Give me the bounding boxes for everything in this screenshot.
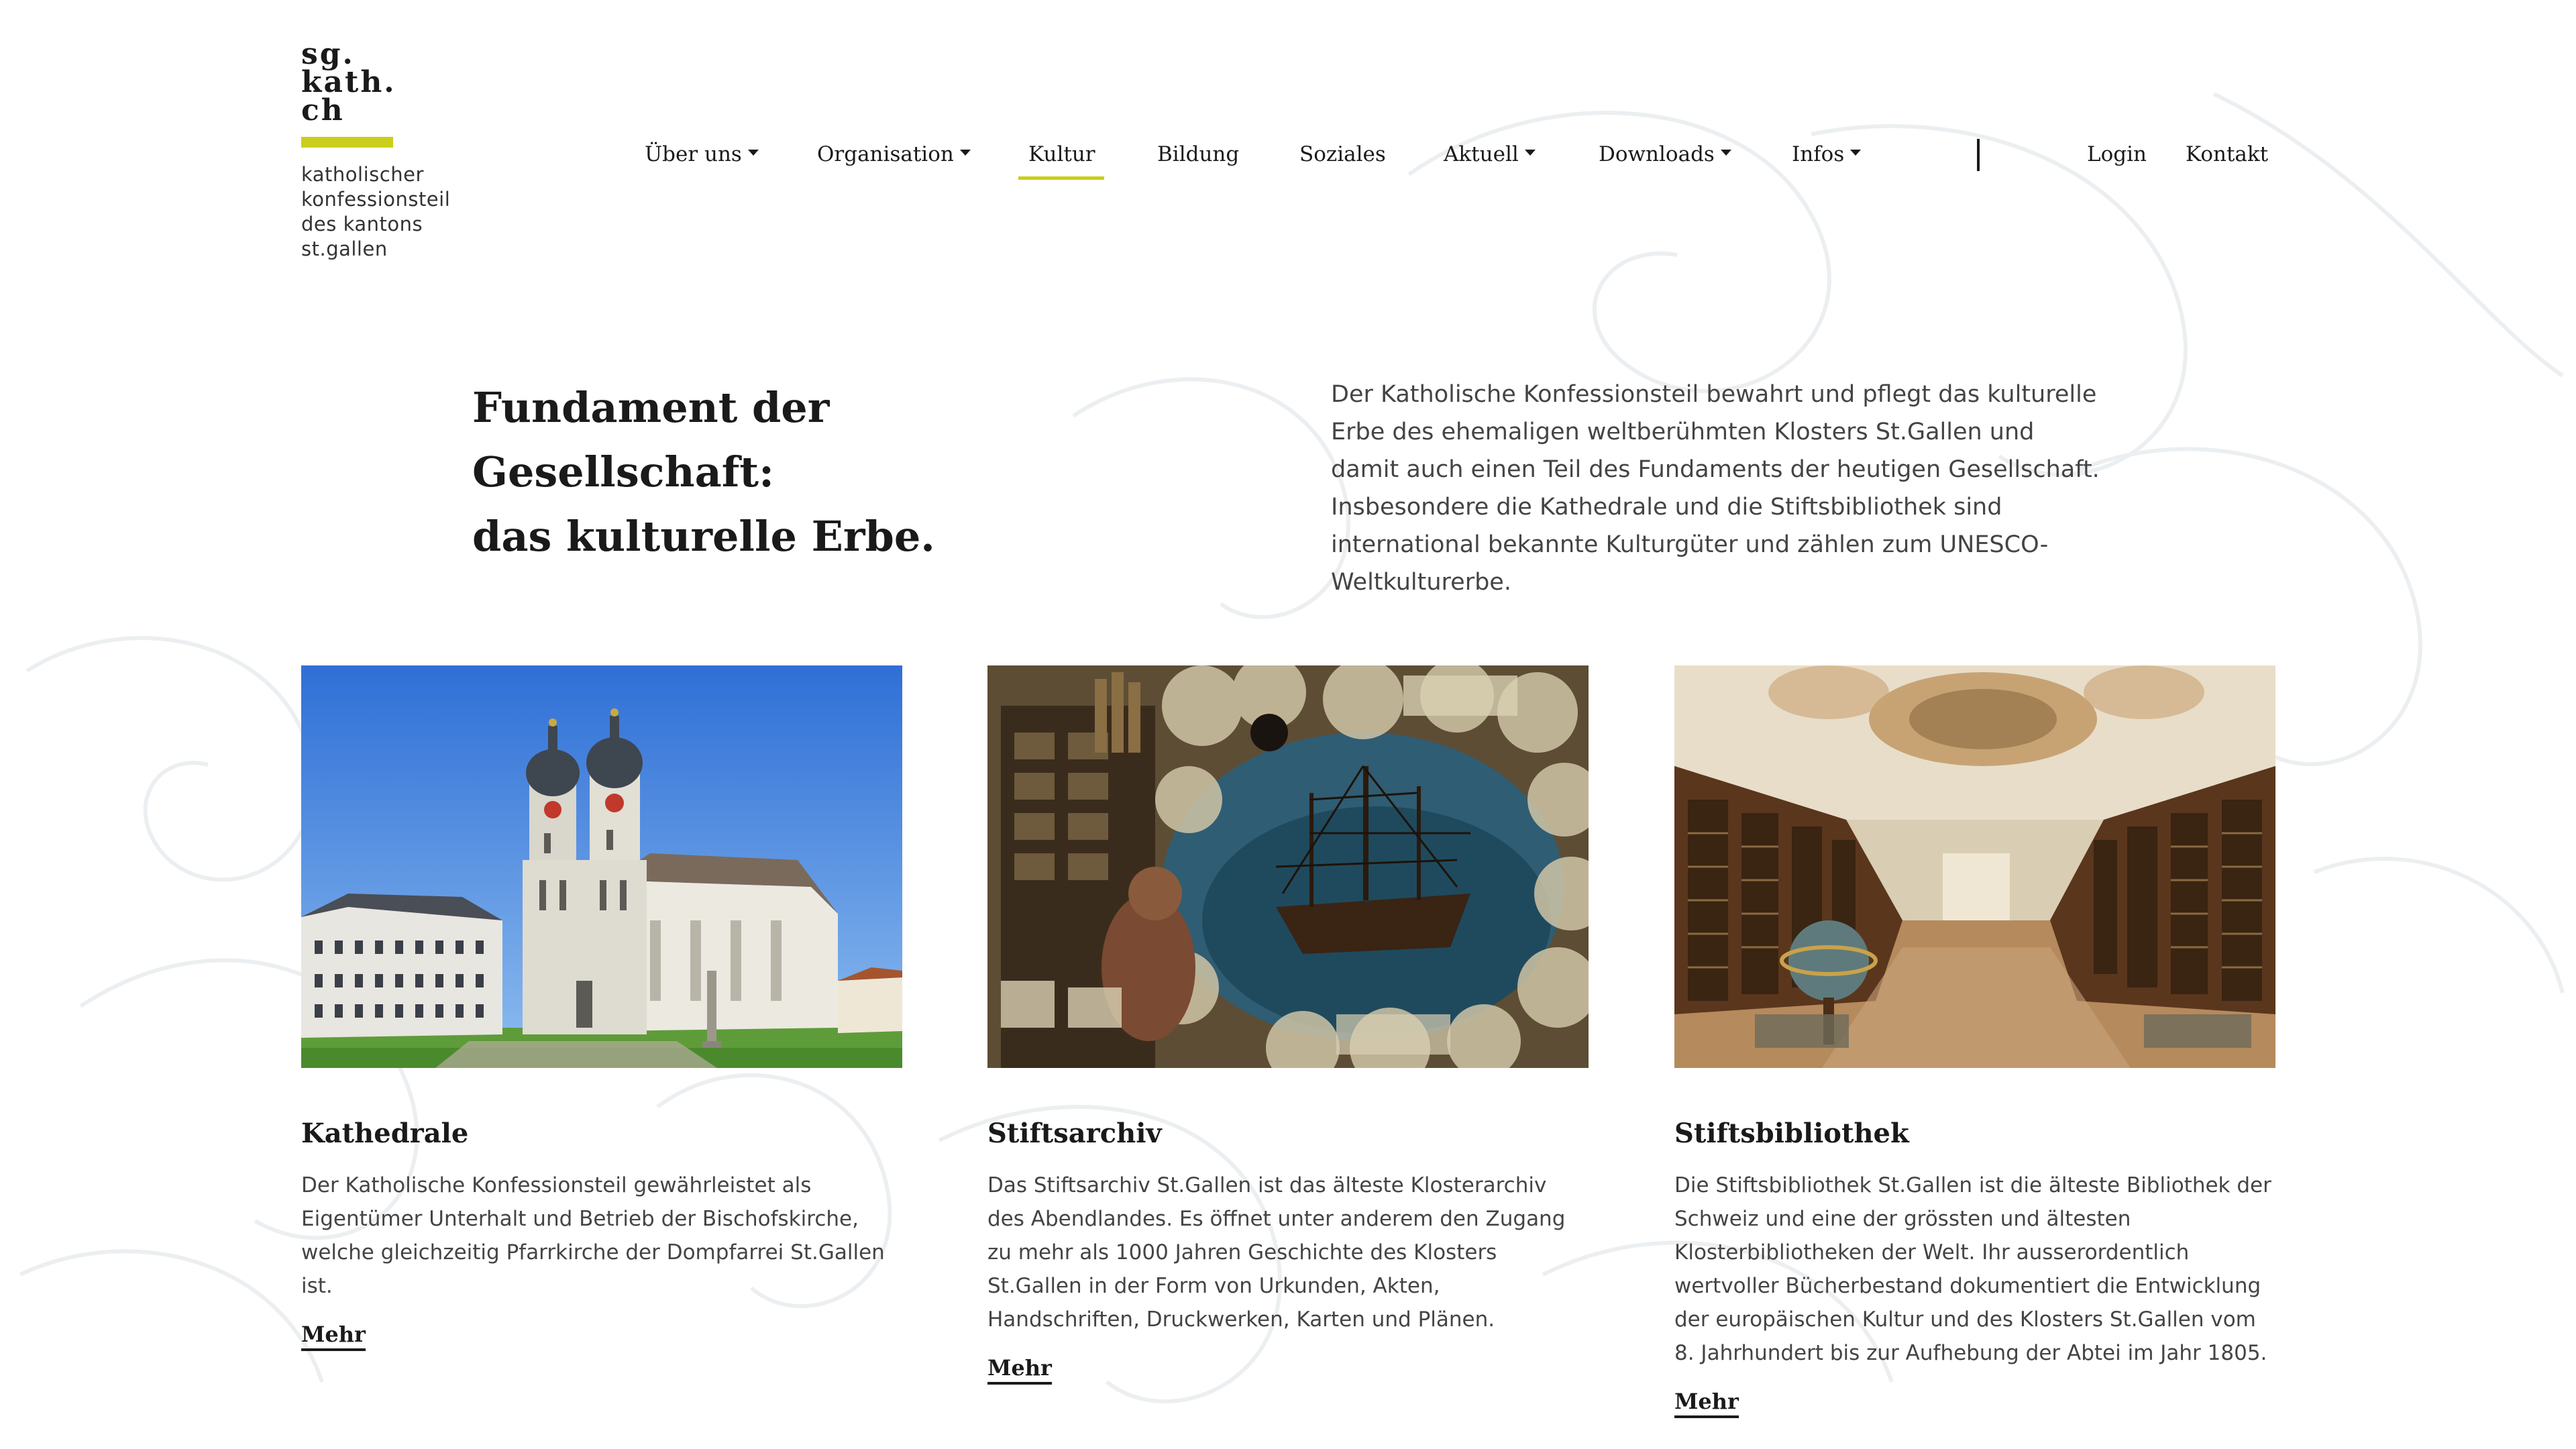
card-text: Das Stiftsarchiv St.Gallen ist das ältes… (987, 1173, 1566, 1332)
card-title: Kathedrale (301, 1118, 469, 1149)
nav-item-label: Soziales (1299, 142, 1386, 166)
page: sg. kath. ch katholischer konfessionstei… (0, 0, 2576, 1449)
nav-item-label: Aktuell (1444, 142, 1519, 166)
login-link[interactable]: Login (2087, 138, 2147, 171)
nav-item-label: Über uns (645, 142, 742, 166)
archive-painting-image[interactable] (987, 665, 1589, 1068)
nav-active-indicator (1018, 176, 1104, 180)
logo-subtitle-line: st.gallen (301, 237, 388, 260)
logo-wordmark: sg. kath. ch (301, 40, 476, 125)
nav-item-label: Bildung (1157, 142, 1240, 166)
caret-down-icon (747, 149, 759, 156)
main-navigation: Über uns Organisation Kultur Bildung Soz… (0, 138, 2576, 184)
nav-item-label: Downloads (1599, 142, 1715, 166)
nav-item-label: Kultur (1028, 142, 1095, 166)
logo-line: kath. (301, 65, 396, 99)
nav-item-label: Organisation (817, 142, 954, 166)
page-title-line: Fundament der Gesellschaft: (472, 383, 830, 496)
mehr-link[interactable]: Mehr (301, 1322, 366, 1351)
intro-paragraph: Der Katholische Konfessionsteil bewahrt … (1331, 381, 2100, 596)
card-stiftsarchiv: Stiftsarchiv Das Stiftsarchiv St.Gallen … (987, 665, 1589, 1385)
caret-down-icon (1524, 149, 1536, 156)
card-text: Der Katholische Konfessionsteil gewährle… (301, 1173, 885, 1298)
nav-item-organisation[interactable]: Organisation (817, 138, 971, 171)
library-hall-image[interactable] (1674, 665, 2275, 1068)
nav-item-aktuell[interactable]: Aktuell (1444, 138, 1536, 171)
kontakt-label: Kontakt (2186, 142, 2269, 166)
card-text: Die Stiftsbibliothek St.Gallen ist die ä… (1674, 1173, 2271, 1365)
nav-item-bildung[interactable]: Bildung (1157, 138, 1239, 171)
nav-divider (1977, 139, 1980, 171)
nav-item-infos[interactable]: Infos (1792, 138, 1862, 171)
nav-item-ueber-uns[interactable]: Über uns (645, 138, 759, 171)
caret-down-icon (959, 149, 971, 156)
nav-item-soziales[interactable]: Soziales (1299, 138, 1386, 171)
card-kathedrale: Kathedrale Der Katholische Konfessionste… (301, 665, 902, 1351)
caret-down-icon (1720, 149, 1731, 156)
cathedral-image[interactable] (301, 665, 902, 1068)
mehr-link[interactable]: Mehr (1674, 1389, 1739, 1418)
card-title: Stiftsbibliothek (1674, 1118, 1909, 1149)
mehr-link[interactable]: Mehr (987, 1355, 1052, 1385)
caret-down-icon (1850, 149, 1862, 156)
card-title: Stiftsarchiv (987, 1118, 1162, 1149)
card-stiftsbibliothek: Stiftsbibliothek Die Stiftsbibliothek St… (1674, 665, 2275, 1418)
logo-subtitle-line: konfessionsteil (301, 188, 451, 211)
nav-item-kultur[interactable]: Kultur (1028, 138, 1095, 171)
page-title-line: das kulturelle Erbe. (472, 512, 935, 561)
logo-subtitle-line: des kantons (301, 213, 423, 235)
page-title: Fundament der Gesellschaft: das kulturel… (472, 376, 1089, 569)
kontakt-link[interactable]: Kontakt (2186, 138, 2268, 171)
nav-item-label: Infos (1792, 142, 1845, 166)
logo-line: ch (301, 93, 345, 127)
login-label: Login (2087, 142, 2147, 166)
nav-item-downloads[interactable]: Downloads (1599, 138, 1731, 171)
logo-line: sg. (301, 37, 355, 71)
